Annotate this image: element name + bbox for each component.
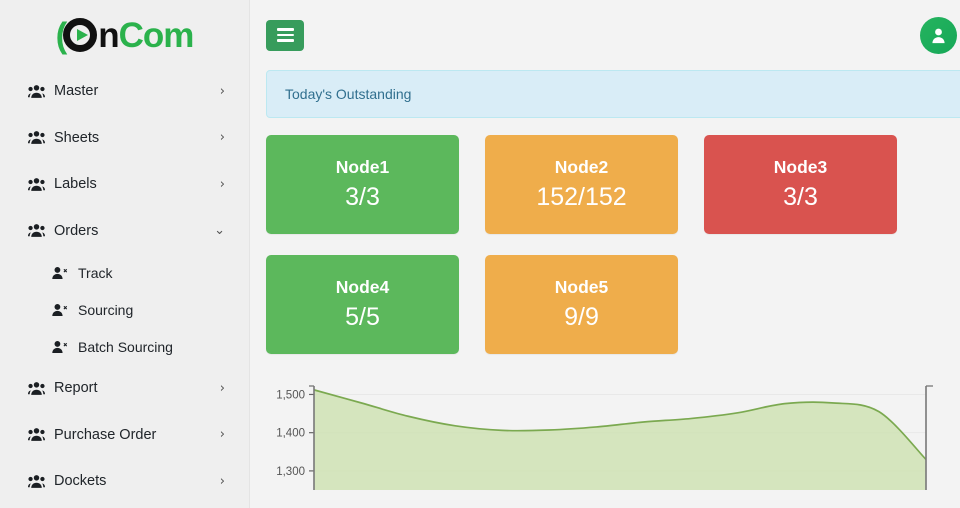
brand-n: n [98, 15, 119, 55]
users-icon [28, 177, 50, 191]
sidebar-item-label: Dockets [54, 473, 107, 490]
dashboard-page: ( n Com Master › Sheets › Labels › Order… [0, 0, 960, 508]
chevron-right-icon: › [219, 83, 225, 99]
main-content: Today's Outstanding Node1 3/3 Node2 152/… [250, 0, 960, 508]
sidebar-item-report[interactable]: Report › [0, 365, 249, 412]
hamburger-icon-bar [276, 39, 294, 42]
topbar [250, 0, 960, 70]
chevron-right-icon: › [219, 473, 225, 489]
node-card-value: 3/3 [783, 183, 818, 211]
chart-canvas: 1,300 1,400 1,500 [276, 385, 933, 490]
content-area: Today's Outstanding Node1 3/3 Node2 152/… [250, 70, 960, 495]
sidebar-item-sheets[interactable]: Sheets › [0, 115, 249, 162]
user-times-icon [52, 303, 74, 316]
users-icon [28, 224, 50, 238]
sidebar-subitem-label: Sourcing [78, 301, 134, 318]
node-card-row-2: Node4 5/5 Node5 9/9 [266, 255, 960, 354]
users-icon [28, 428, 50, 442]
node-card-title: Node5 [554, 277, 609, 297]
chevron-right-icon: › [219, 427, 225, 443]
sidebar-item-purchase-order[interactable]: Purchase Order › [0, 412, 249, 459]
brand-o-icon [63, 18, 98, 52]
chevron-right-icon: › [219, 130, 225, 146]
hamburger-icon-bar [276, 28, 294, 31]
sidebar: ( n Com Master › Sheets › Labels › Order… [0, 0, 250, 508]
sidebar-subitem-label: Batch Sourcing [78, 338, 173, 355]
chart-area-fill [314, 389, 926, 490]
sidebar-subitem-track[interactable]: Track [0, 254, 249, 291]
node-card-title: Node2 [554, 157, 609, 177]
node-card-value: 3/3 [345, 183, 380, 211]
node-card-value: 152/152 [536, 183, 627, 211]
node-card-title: Node3 [773, 157, 828, 177]
sidebar-item-dockets[interactable]: Dockets › [0, 458, 249, 505]
sidebar-item-label: Master [54, 83, 99, 100]
todays-outstanding-alert: Today's Outstanding [266, 70, 960, 118]
users-icon [28, 474, 50, 488]
user-circle-icon [932, 28, 945, 43]
node-card-node2[interactable]: Node2 152/152 [485, 135, 678, 234]
sidebar-item-label: Orders [54, 222, 99, 239]
node-card-value: 5/5 [345, 303, 380, 331]
sidebar-subitem-sourcing[interactable]: Sourcing [0, 291, 249, 328]
node-card-node5[interactable]: Node5 9/9 [485, 255, 678, 354]
chevron-right-icon: › [219, 380, 225, 396]
chevron-down-icon: ⌄ [214, 223, 225, 239]
sidebar-item-master[interactable]: Master › [0, 68, 249, 115]
sidebar-item-label: Sheets [54, 129, 100, 146]
sidebar-item-label: Labels [54, 176, 97, 193]
sidebar-subitem-label: Track [78, 264, 113, 281]
users-icon [28, 381, 50, 395]
chevron-right-icon: › [219, 176, 225, 192]
avatar[interactable] [920, 16, 957, 54]
node-card-node4[interactable]: Node4 5/5 [266, 255, 459, 354]
node-card-node1[interactable]: Node1 3/3 [266, 135, 459, 234]
node-card-node3[interactable]: Node3 3/3 [704, 135, 897, 234]
outstanding-area-chart: 1,300 1,400 1,500 [266, 375, 960, 495]
node-card-value: 9/9 [564, 303, 599, 331]
node-card-row-1: Node1 3/3 Node2 152/152 Node3 3/3 [266, 135, 960, 234]
sidebar-nav: Master › Sheets › Labels › Orders ⌄ Trac… [0, 66, 249, 505]
sidebar-item-label: Report [54, 380, 98, 397]
brand-com: Com [118, 15, 195, 55]
alert-text: Today's Outstanding [285, 86, 412, 102]
menu-toggle-button[interactable] [266, 19, 304, 51]
brand-logo[interactable]: ( n Com [0, 0, 249, 66]
node-card-title: Node1 [335, 157, 390, 177]
sidebar-item-label: Purchase Order [54, 426, 157, 443]
sidebar-item-orders[interactable]: Orders ⌄ [0, 208, 249, 255]
sidebar-subitem-batch-sourcing[interactable]: Batch Sourcing [0, 328, 249, 365]
user-times-icon [52, 266, 74, 279]
node-card-title: Node4 [335, 277, 390, 297]
chart-y-tick-label: 1,500 [276, 389, 305, 401]
users-icon [28, 131, 50, 145]
sidebar-item-labels[interactable]: Labels › [0, 161, 249, 208]
hamburger-icon-bar [276, 33, 294, 37]
users-icon [28, 84, 50, 98]
chart-y-tick-label: 1,400 [276, 428, 305, 440]
chart-y-tick-label: 1,300 [276, 466, 305, 478]
user-times-icon [52, 340, 74, 353]
